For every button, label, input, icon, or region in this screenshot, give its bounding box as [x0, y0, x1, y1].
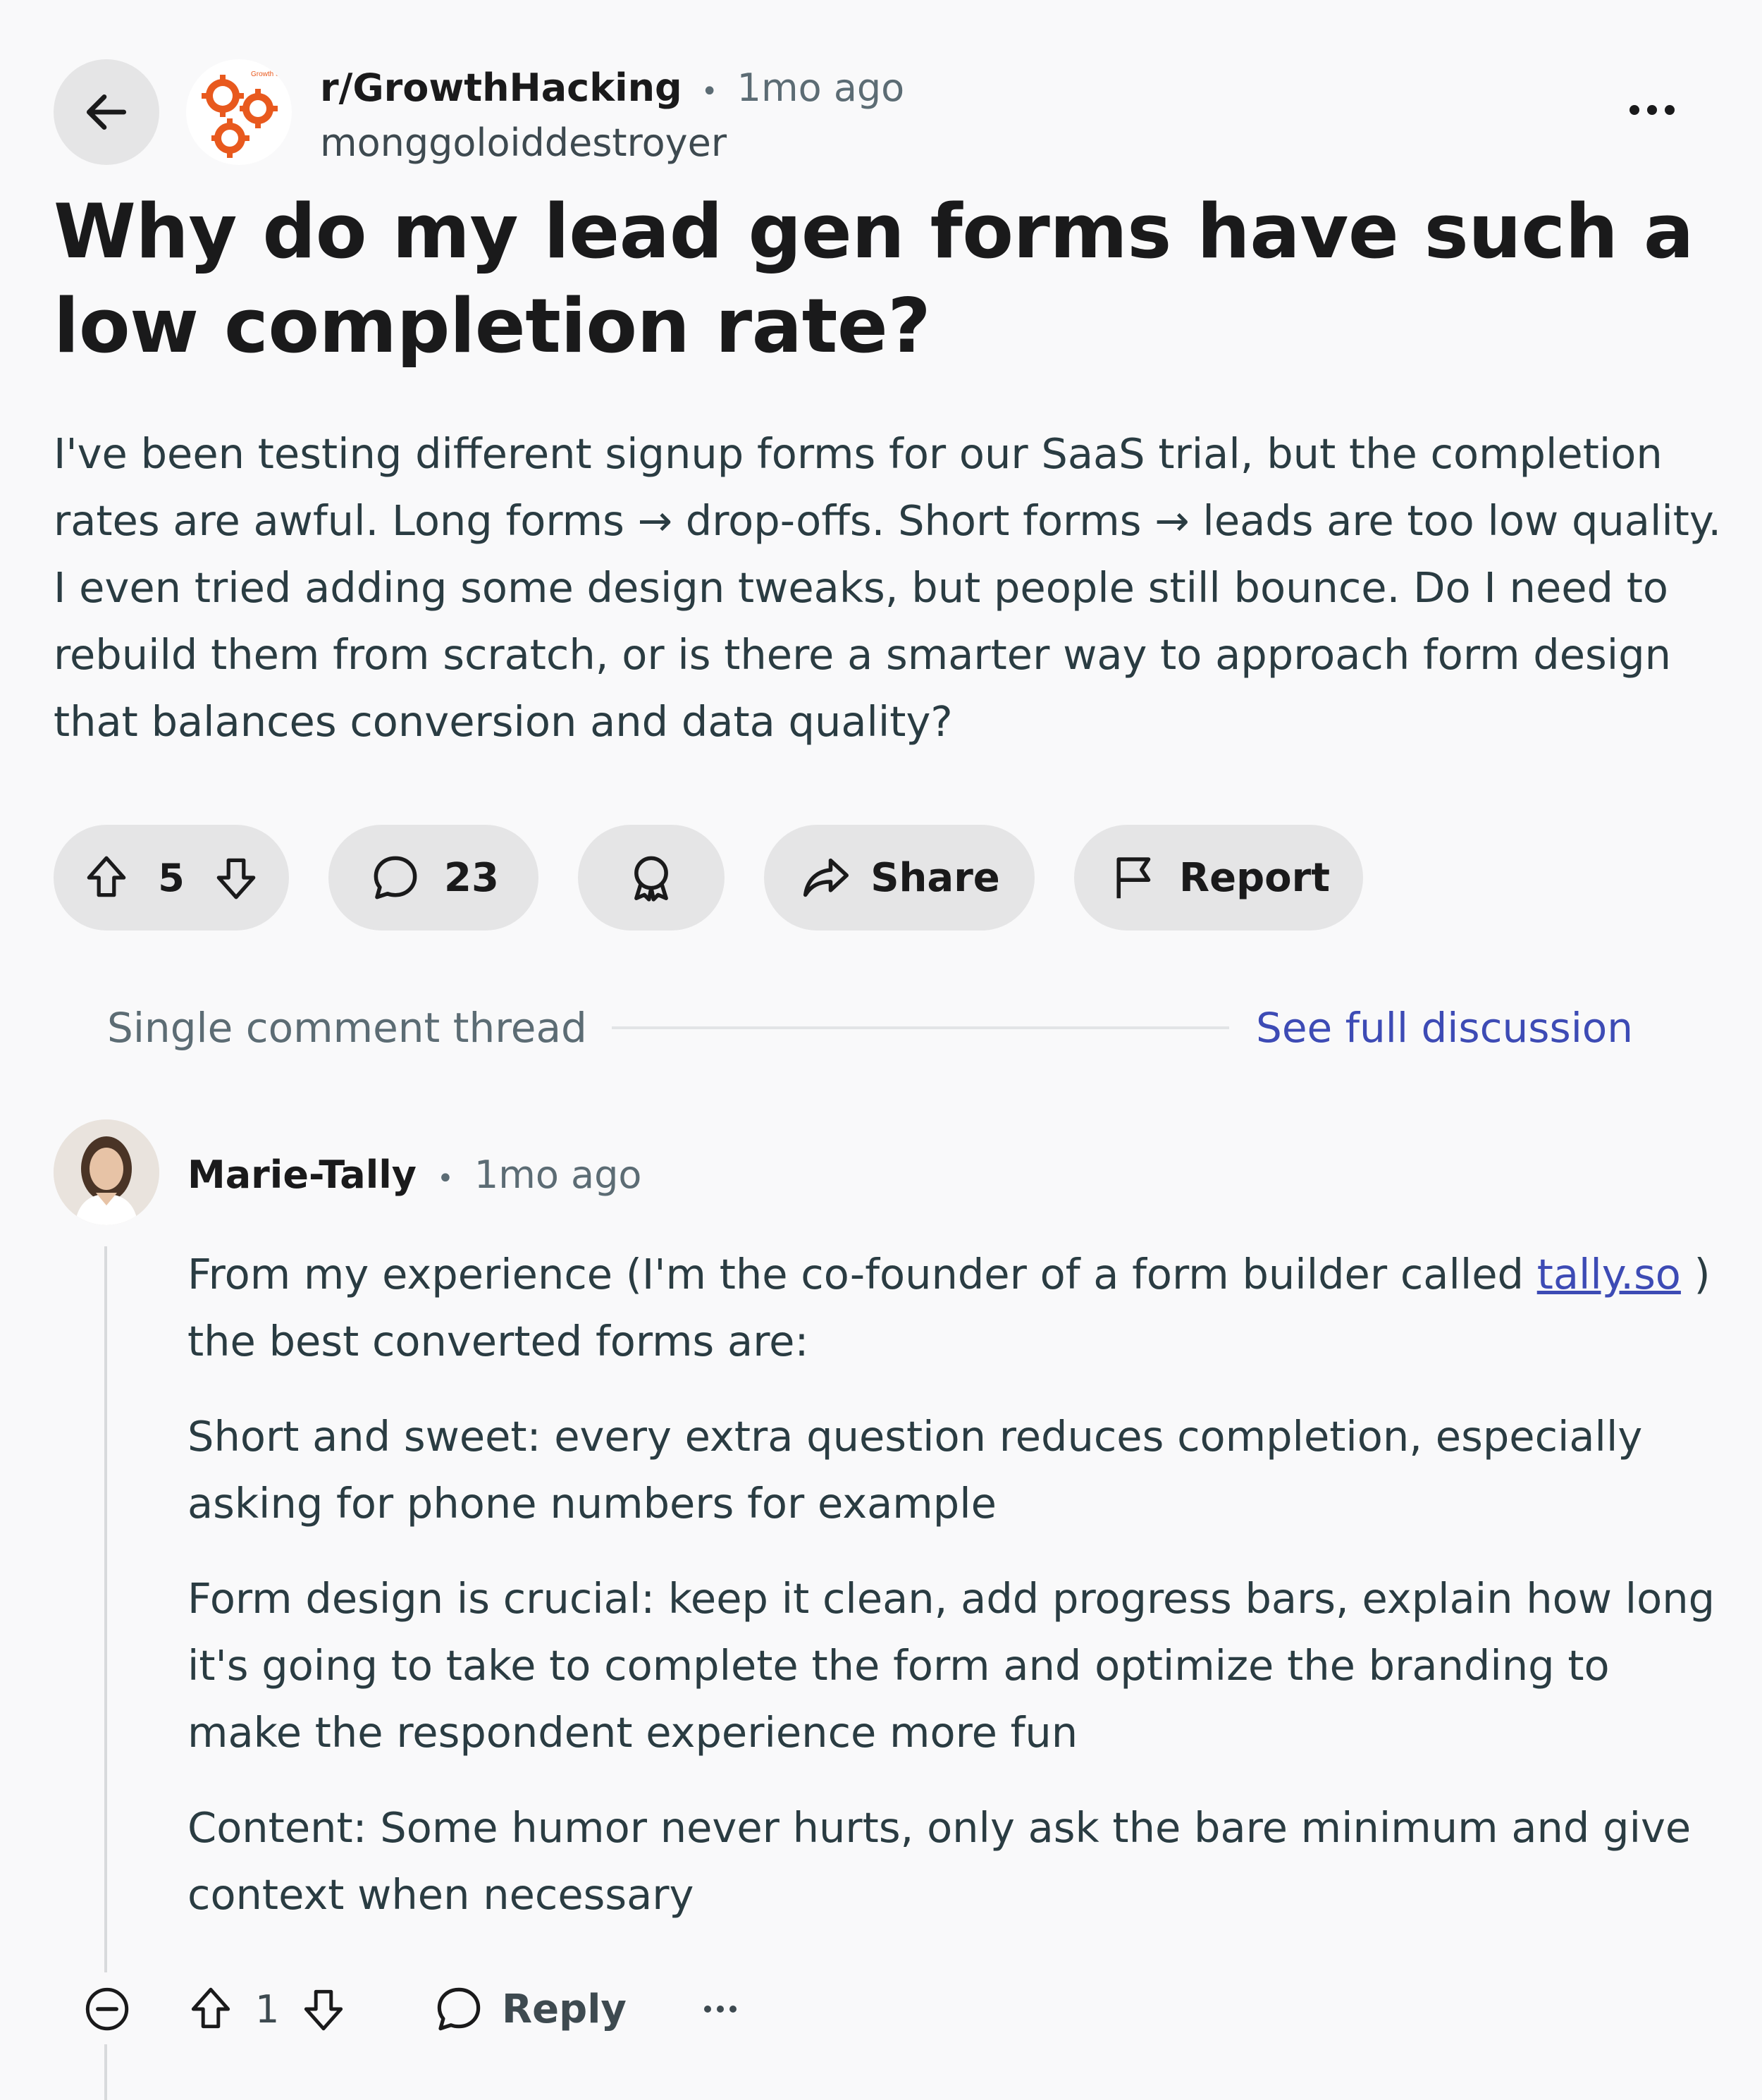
comment-separator: •	[437, 1162, 454, 1195]
person-photo-icon	[54, 1119, 159, 1225]
share-arrow-icon	[803, 858, 849, 897]
share-label: Share	[870, 854, 1000, 901]
subreddit-link[interactable]: r/GrowthHacking	[320, 66, 682, 110]
more-options-button[interactable]	[1618, 89, 1686, 131]
comment-time: 1mo ago	[474, 1153, 642, 1197]
comment-author[interactable]: Marie-Tally	[187, 1153, 417, 1197]
report-label: Report	[1178, 854, 1331, 901]
comment-vote-group: 1	[185, 1981, 350, 2037]
comment-paragraph: Form design is crucial: keep it clean, a…	[187, 1574, 1715, 1757]
reply-label: Reply	[502, 1986, 627, 2032]
award-icon	[634, 856, 668, 902]
comment-meta: Marie-Tally • 1mo ago	[187, 1149, 641, 1205]
comments-button[interactable]: 23	[328, 825, 538, 931]
comment-body: From my experience (I'm the co-founder o…	[187, 1241, 1731, 1956]
comment-vote-count: 1	[255, 1987, 280, 2032]
comment-paragraph: Content: Some humor never hurts, only as…	[187, 1803, 1692, 1919]
share-button[interactable]: Share	[764, 825, 1035, 931]
reply-bubble-icon	[437, 1987, 481, 2031]
collapse-button[interactable]	[79, 1981, 135, 2037]
post-time: 1mo ago	[737, 66, 905, 110]
arrow-left-icon	[86, 94, 127, 130]
award-button[interactable]	[578, 825, 725, 931]
comment-downvote-icon[interactable]	[297, 1983, 350, 2035]
comment-upvote-icon[interactable]	[185, 1983, 237, 2035]
thread-divider	[612, 1026, 1229, 1029]
report-button[interactable]: Report	[1074, 825, 1363, 931]
post-author[interactable]: monggoloiddestroyer	[320, 117, 727, 169]
subreddit-avatar[interactable]: Growth Sell	[186, 59, 292, 165]
comment-paragraph: From my experience (I'm the co-founder o…	[187, 1241, 1731, 1375]
collapse-minus-icon	[85, 1987, 129, 2031]
post-title: Why do my lead gen forms have such a low…	[54, 188, 1694, 369]
comment-ellipsis-icon	[704, 2006, 737, 2013]
vote-group: 5	[54, 825, 289, 931]
post-meta: r/GrowthHacking • 1mo ago	[320, 62, 904, 118]
reply-button[interactable]: Reply	[431, 1981, 627, 2037]
thread-line-bottom	[104, 2044, 107, 2100]
gears-logo-icon: Growth Sell	[202, 70, 288, 158]
flag-icon	[1116, 857, 1151, 899]
comment-paragraph: Short and sweet: every extra question re…	[187, 1412, 1643, 1528]
avatar-text: Growth Sell	[251, 70, 288, 78]
tally-link[interactable]: tally.so	[1537, 1250, 1681, 1298]
vote-count: 5	[158, 855, 185, 900]
meta-separator: •	[701, 75, 718, 108]
back-button[interactable]	[54, 59, 159, 165]
thread-label: Single comment thread	[107, 1004, 587, 1052]
see-full-discussion-link[interactable]: See full discussion	[1256, 998, 1633, 1057]
ellipsis-icon	[1629, 105, 1675, 115]
thread-line[interactable]	[104, 1246, 107, 1972]
downvote-icon[interactable]	[210, 852, 262, 904]
comment-count: 23	[444, 854, 499, 901]
commenter-avatar[interactable]	[54, 1119, 159, 1225]
comment-more-button[interactable]	[699, 1988, 741, 2030]
comment-text: From my experience (I'm the co-founder o…	[187, 1250, 1537, 1298]
post-body: I've been testing different signup forms…	[54, 429, 1722, 746]
upvote-icon[interactable]	[80, 852, 133, 904]
comment-bubble-icon	[374, 856, 417, 899]
